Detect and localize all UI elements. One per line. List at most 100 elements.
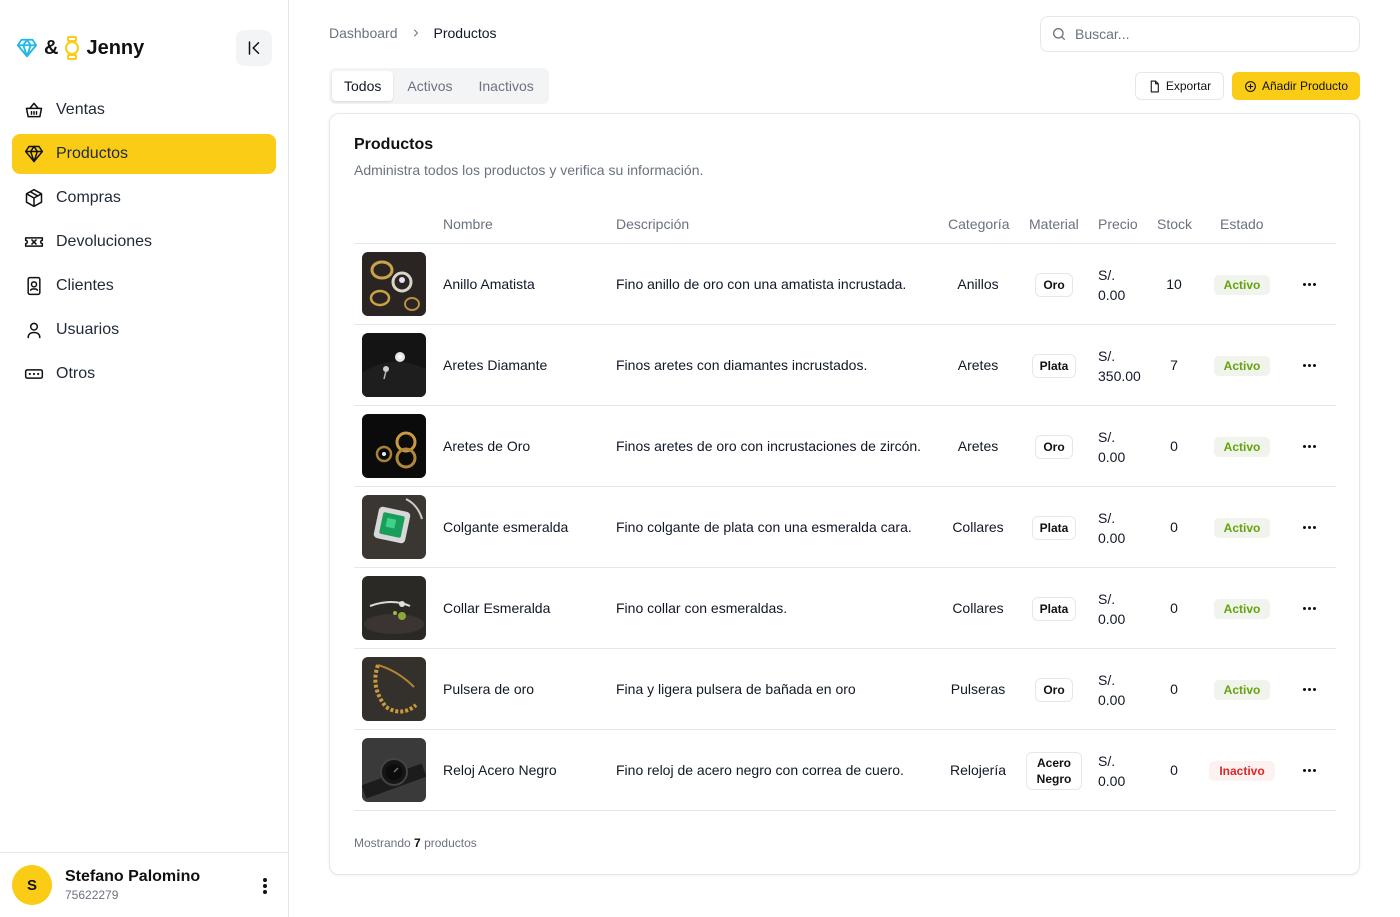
product-category: Collares	[952, 519, 1004, 535]
user-icon	[27, 322, 41, 339]
sidebar-item-label: Usuarios	[56, 321, 120, 338]
material-badge: Oro	[1035, 677, 1073, 702]
row-actions-button[interactable]	[1294, 325, 1324, 406]
row-actions-button[interactable]	[1294, 244, 1324, 325]
product-thumbnail	[362, 414, 426, 478]
product-category: Relojería	[949, 762, 1007, 778]
price-amount: 0.00	[1098, 773, 1126, 789]
rectangle-ellipsis-icon	[24, 369, 44, 379]
material-badge: Oro	[1035, 272, 1073, 297]
tab-activos[interactable]: Activos	[395, 71, 464, 101]
price-amount: 0.00	[1098, 449, 1126, 465]
card-subtitle: Administra todos los productos y verific…	[354, 162, 704, 178]
table-row[interactable]: Reloj Acero Negro Fino reloj de acero ne…	[354, 730, 1336, 811]
user-menu-button[interactable]	[257, 875, 273, 897]
product-description: Fino collar con esmeraldas.	[616, 600, 788, 616]
row-actions-button[interactable]	[1294, 568, 1324, 649]
search-icon	[1053, 28, 1065, 40]
dot-icon	[1302, 688, 1306, 691]
table-row[interactable]: Colgante esmeralda Fino colgante de plat…	[354, 487, 1336, 568]
card-title: Productos	[354, 136, 434, 153]
product-name: Aretes de Oro	[443, 438, 531, 454]
dot-icon	[1302, 607, 1306, 610]
status-badge: Activo	[1213, 355, 1271, 376]
dot-icon	[263, 878, 267, 882]
results-suffix: productos	[424, 836, 477, 850]
sidebar-item-ventas[interactable]: Ventas	[12, 90, 276, 130]
product-name: Collar Esmeralda	[443, 600, 551, 616]
add-product-button[interactable]: Añadir Producto	[1232, 72, 1360, 100]
sidebar-item-usuarios[interactable]: Usuarios	[12, 310, 276, 350]
product-description: Fino colgante de plata con una esmeralda…	[616, 519, 912, 535]
col-material[interactable]: Material	[1029, 216, 1079, 232]
dot-icon	[1302, 364, 1306, 367]
product-category: Aretes	[957, 357, 999, 373]
col-estado[interactable]: Estado	[1220, 216, 1264, 232]
add-product-label: Añadir Producto	[1261, 79, 1349, 93]
sidebar-item-otros[interactable]: Otros	[12, 354, 276, 394]
sidebar-item-label: Otros	[56, 365, 96, 382]
product-description: Finos aretes con diamantes incrustados.	[616, 357, 868, 373]
dot-icon	[1302, 769, 1306, 772]
status-badge: Inactivo	[1209, 760, 1275, 781]
col-stock[interactable]: Stock	[1157, 216, 1192, 232]
avatar[interactable]: S	[12, 865, 52, 905]
tab-todos[interactable]: Todos	[332, 71, 394, 101]
product-description: Finos aretes de oro con incrustaciones d…	[616, 438, 922, 454]
table-row[interactable]: Pulsera de oro Fina y ligera pulsera de …	[354, 649, 1336, 730]
sidebar-item-productos[interactable]: Productos	[12, 134, 276, 174]
sidebar-item-clientes[interactable]: Clientes	[12, 266, 276, 306]
results-number: 7	[414, 836, 421, 850]
brand-ampersand: &	[44, 36, 59, 59]
sidebar-item-devoluciones[interactable]: Devoluciones	[12, 222, 276, 262]
brand-name: Jenny	[86, 36, 145, 59]
product-price: S/. 350.00	[1098, 346, 1141, 386]
material-badge: Oro	[1035, 434, 1073, 459]
dot-icon	[1307, 688, 1311, 691]
export-button[interactable]: Exportar	[1135, 72, 1224, 100]
col-descripcion[interactable]: Descripción	[616, 216, 689, 232]
dot-icon	[1307, 769, 1311, 772]
product-thumbnail	[362, 738, 426, 802]
dot-icon	[1312, 526, 1316, 529]
chevron-right-icon	[413, 29, 418, 37]
filter-tabs: Todos Activos Inactivos	[329, 68, 549, 104]
table-row[interactable]: Anillo Amatista Fino anillo de oro con u…	[354, 244, 1336, 325]
price-currency: S/.	[1098, 753, 1116, 769]
dot-icon	[1302, 445, 1306, 448]
dot-icon	[1307, 445, 1311, 448]
tab-inactivos[interactable]: Inactivos	[466, 71, 545, 101]
brand-logo[interactable]: & Jenny	[16, 30, 144, 66]
breadcrumb-current: Productos	[433, 25, 497, 41]
table-body: Anillo Amatista Fino anillo de oro con u…	[354, 244, 1336, 811]
status-badge: Activo	[1213, 436, 1271, 457]
sidebar-item-compras[interactable]: Compras	[12, 178, 276, 218]
row-actions-button[interactable]	[1294, 730, 1324, 811]
product-stock: 10	[1166, 276, 1182, 292]
dot-icon	[1312, 364, 1316, 367]
dot-icon	[1312, 607, 1316, 610]
search-input[interactable]	[1075, 26, 1335, 42]
row-actions-button[interactable]	[1294, 649, 1324, 730]
table-row[interactable]: Aretes Diamante Finos aretes con diamant…	[354, 325, 1336, 406]
row-actions-button[interactable]	[1294, 487, 1324, 568]
search-box[interactable]	[1040, 16, 1360, 52]
table-row[interactable]: Aretes de Oro Finos aretes de oro con in…	[354, 406, 1336, 487]
col-nombre[interactable]: Nombre	[443, 216, 493, 232]
breadcrumb-dashboard[interactable]: Dashboard	[329, 25, 398, 41]
col-categoria[interactable]: Categoría	[948, 216, 1009, 232]
product-name: Anillo Amatista	[443, 276, 535, 292]
price-amount: 0.00	[1098, 287, 1126, 303]
results-count: Mostrando 7 productos	[354, 836, 477, 850]
collapse-sidebar-button[interactable]	[236, 30, 272, 66]
sidebar: & Jenny Ventas Productos Compras Devoluc…	[0, 0, 289, 917]
product-thumbnail	[362, 333, 426, 397]
diamond-icon	[16, 38, 38, 58]
table-row[interactable]: Collar Esmeralda Fino collar con esmeral…	[354, 568, 1336, 649]
row-actions-button[interactable]	[1294, 406, 1324, 487]
dot-icon	[263, 884, 267, 888]
price-currency: S/.	[1098, 429, 1116, 445]
col-precio[interactable]: Precio	[1098, 216, 1138, 232]
product-stock: 7	[1170, 357, 1178, 373]
product-stock: 0	[1170, 600, 1178, 616]
